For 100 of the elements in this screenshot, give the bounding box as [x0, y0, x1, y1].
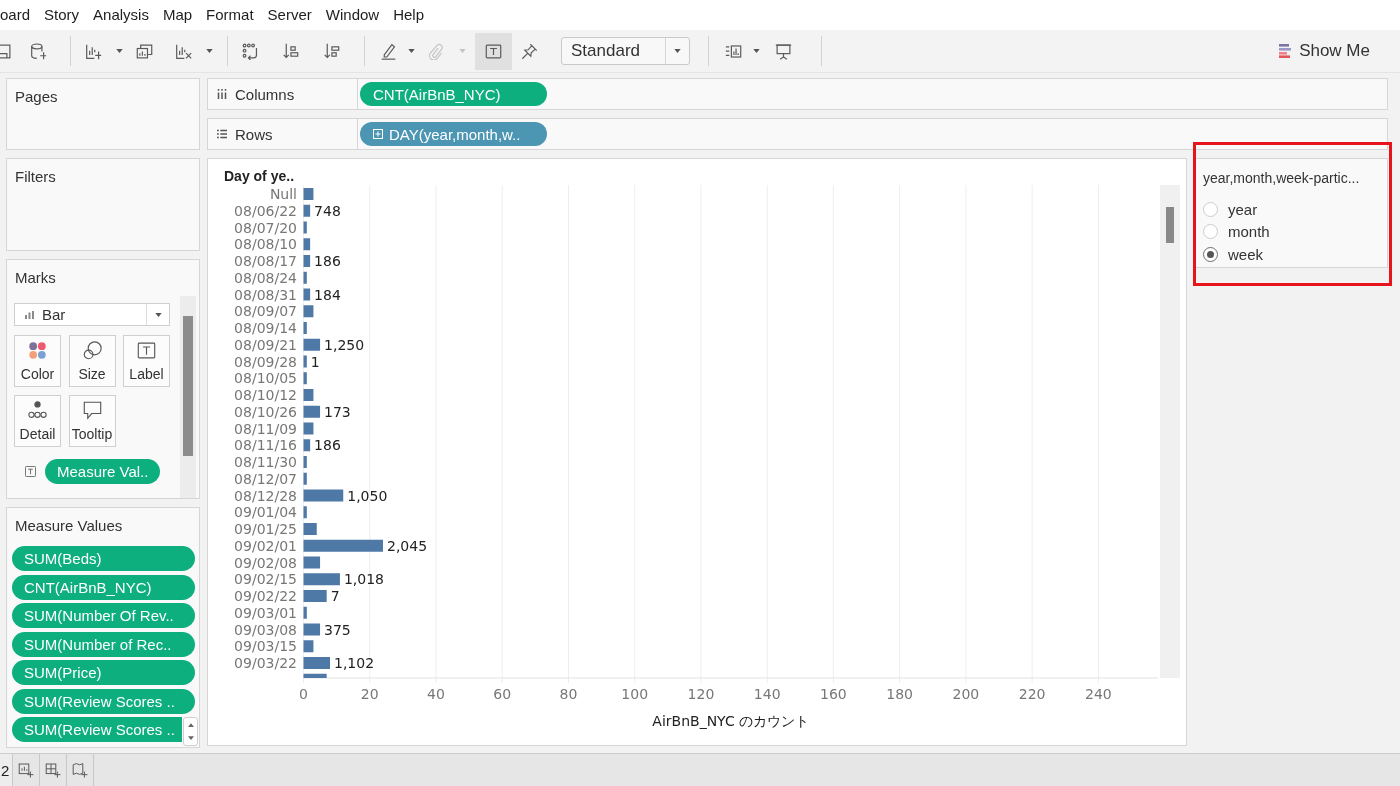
- tick-label: 200: [952, 686, 980, 702]
- vertical-bars-icon: [217, 89, 227, 99]
- text-box-icon: [485, 42, 502, 60]
- radio-label[interactable]: week: [1228, 245, 1264, 263]
- presentation-icon[interactable]: [775, 42, 792, 60]
- mark-property-button[interactable]: Color: [14, 335, 61, 387]
- new-sheet-icon[interactable]: [18, 762, 35, 778]
- dots-icon: [28, 400, 47, 420]
- data-label: 1: [310, 353, 320, 370]
- bar: [303, 673, 327, 678]
- radio-label[interactable]: year: [1228, 200, 1258, 218]
- scrollbar[interactable]: [1160, 185, 1180, 678]
- bar: [303, 606, 307, 619]
- caret-up-icon[interactable]: [187, 722, 194, 727]
- category-label: 08/08/17: [234, 253, 297, 269]
- sort-ascending-icon[interactable]: [282, 42, 299, 60]
- mark-property-button[interactable]: Tooltip: [68, 395, 116, 447]
- caret-icon[interactable]: [116, 49, 123, 53]
- data-label: 2,045: [387, 537, 428, 554]
- bar: [303, 389, 314, 401]
- bar: [303, 439, 311, 452]
- menu-item[interactable]: oard: [0, 6, 31, 24]
- pen-icon[interactable]: [380, 42, 397, 60]
- new-story-icon[interactable]: [72, 762, 89, 778]
- bar: [303, 255, 311, 267]
- caret-icon[interactable]: [753, 49, 760, 53]
- bar: [303, 305, 314, 318]
- cards-icon[interactable]: [725, 42, 742, 60]
- mark-property-button[interactable]: Size: [68, 335, 116, 387]
- scrollbar[interactable]: [180, 296, 196, 498]
- bar-chart-icon: [25, 310, 34, 319]
- mark-property-button[interactable]: Detail: [14, 395, 61, 447]
- parameter-title: year,month,week-partic...: [1203, 169, 1360, 188]
- data-label: 1,250: [324, 336, 365, 353]
- caret-icon[interactable]: [408, 49, 415, 53]
- tick-label: 40: [427, 686, 445, 702]
- tick-label: 120: [687, 686, 715, 702]
- tick-label: 140: [753, 686, 781, 702]
- scrollbar-thumb[interactable]: [1166, 207, 1174, 243]
- duplicate-icon[interactable]: [136, 42, 153, 60]
- category-label: 08/12/28: [234, 487, 297, 504]
- menu-item[interactable]: Story: [44, 6, 80, 24]
- bar: [303, 489, 344, 502]
- scrollbar-thumb[interactable]: [183, 316, 193, 456]
- scroll-buttons[interactable]: [183, 717, 198, 746]
- category-label: 08/09/07: [234, 303, 297, 320]
- data-label: 375: [324, 621, 351, 638]
- plus-box-icon: [373, 129, 383, 139]
- bar: [303, 322, 307, 334]
- text-box-icon: [25, 466, 36, 477]
- bar: [303, 372, 307, 385]
- horizontal-bars-icon: [1279, 44, 1292, 58]
- caret-down-icon[interactable]: [187, 736, 194, 741]
- menu-item[interactable]: Format: [206, 6, 254, 24]
- category-label: 08/10/26: [234, 403, 297, 420]
- tick-label: 220: [1018, 686, 1046, 702]
- tick-label: 100: [621, 686, 649, 702]
- swap-icon[interactable]: [242, 42, 259, 60]
- bar: [303, 590, 327, 602]
- menu-item[interactable]: Analysis: [93, 6, 149, 24]
- color-dots-icon: [28, 340, 47, 360]
- panel-title: Filters: [15, 168, 56, 186]
- list-icon: [217, 129, 227, 139]
- sheet-tab[interactable]: 2: [0, 754, 13, 786]
- new-dashboard-icon[interactable]: [45, 762, 62, 778]
- bar: [303, 238, 311, 251]
- category-label: 09/03/22: [234, 655, 297, 671]
- category-label: 09/02/08: [234, 554, 297, 571]
- view-dropdown[interactable]: Standard: [561, 37, 690, 65]
- menu-item[interactable]: Window: [325, 6, 380, 24]
- data-label: 173: [324, 403, 351, 420]
- category-label: 08/09/28: [234, 353, 297, 370]
- axis-title: AirBnB_NYC のカウント: [652, 713, 810, 729]
- sort-descending-icon[interactable]: [323, 42, 340, 60]
- category-label: 08/08/24: [234, 269, 297, 286]
- radio-button[interactable]: [1203, 246, 1218, 262]
- mark-property-button[interactable]: Label: [123, 335, 170, 387]
- category-label: 08/08/31: [234, 286, 297, 303]
- mark-type-dropdown[interactable]: Bar: [14, 303, 170, 326]
- data-label: 1,050: [347, 487, 388, 504]
- tick-label: 160: [820, 686, 847, 702]
- caret-icon[interactable]: [206, 49, 213, 53]
- bar-chart-x-icon[interactable]: [175, 42, 192, 60]
- text-toggle-button[interactable]: [475, 32, 512, 70]
- data-label: 184: [314, 286, 341, 303]
- menu-item[interactable]: Server: [267, 6, 312, 24]
- data-label: 7: [330, 588, 340, 604]
- database-plus-icon[interactable]: [30, 42, 47, 60]
- bar-chart-plus-icon[interactable]: [85, 42, 102, 60]
- menu-item[interactable]: Map: [162, 6, 193, 24]
- data-label: 186: [314, 437, 341, 454]
- menu-item[interactable]: Help: [393, 6, 424, 24]
- circles-icon: [82, 340, 102, 360]
- radio-label[interactable]: month: [1228, 223, 1270, 241]
- data-label: 1,102: [334, 655, 375, 671]
- pin-icon[interactable]: [521, 42, 538, 60]
- shelf-label: Rows: [235, 125, 273, 143]
- category-label: 08/09/21: [234, 336, 297, 353]
- tick-label: 0: [299, 686, 308, 702]
- show-me-button[interactable]: Show Me: [1275, 37, 1374, 65]
